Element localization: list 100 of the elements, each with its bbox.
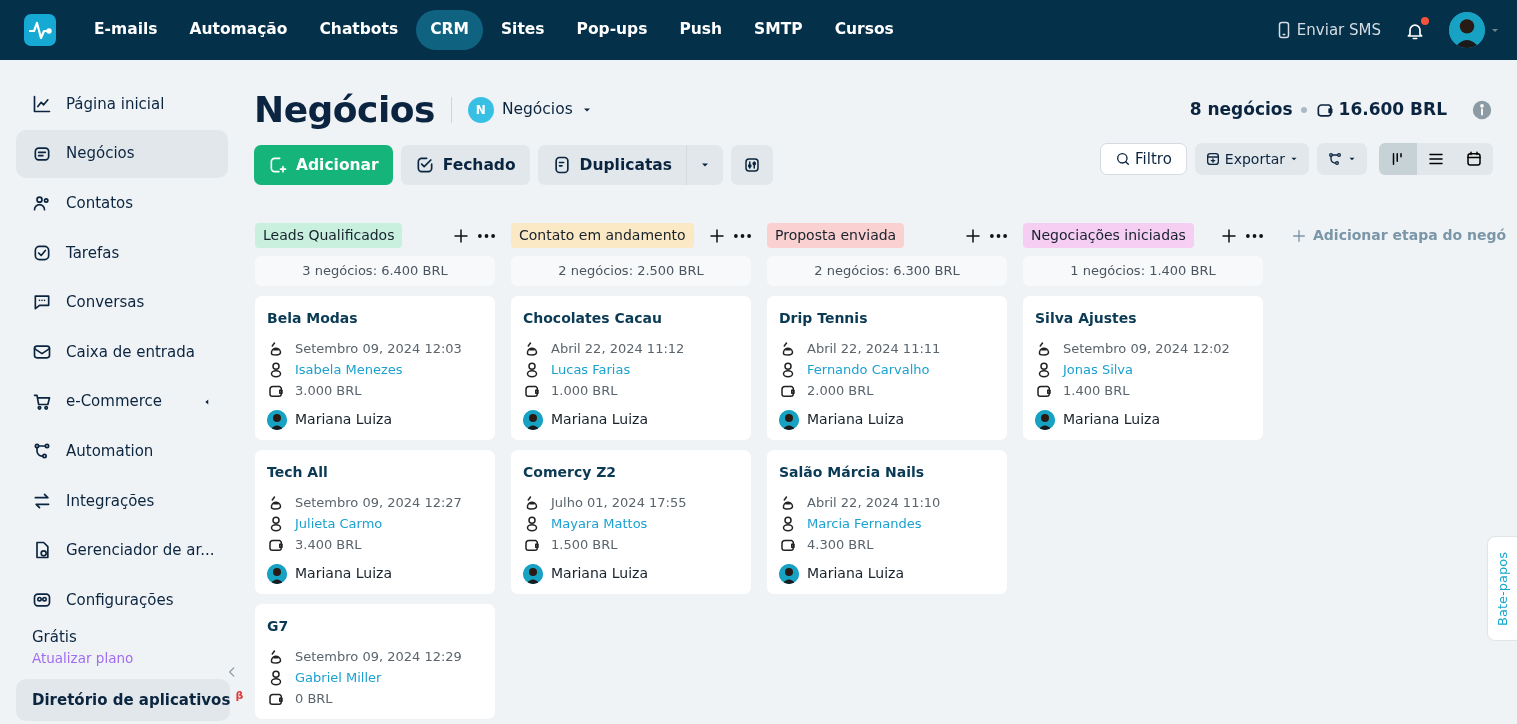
sidebar-item[interactable]: Configurações bbox=[16, 575, 228, 624]
stage-summary: 3 negócios: 6.400 BRL bbox=[255, 256, 495, 287]
plus-icon bbox=[1291, 227, 1307, 244]
stage-summary: 2 negócios: 6.300 BRL bbox=[767, 256, 1007, 287]
stage-label: Leads Qualificados bbox=[255, 223, 403, 249]
view-toggle[interactable] bbox=[1417, 143, 1455, 176]
deal-date: Abril 22, 2024 11:11 bbox=[807, 339, 941, 358]
deal-title: Tech All bbox=[267, 463, 329, 483]
deal-card[interactable]: Comercy Z2 Julho 01, 2024 17:55 Mayara Mattos 1.500 BRL Mariana Luiza bbox=[511, 450, 751, 595]
plus-icon[interactable] bbox=[964, 226, 982, 245]
calendar-icon bbox=[1465, 150, 1483, 169]
nav-tab[interactable]: E-mails bbox=[80, 10, 172, 50]
deal-date: Abril 22, 2024 11:12 bbox=[551, 339, 685, 358]
sidebar-item[interactable]: Gerenciador de ar... bbox=[16, 526, 228, 575]
search-icon bbox=[1115, 151, 1132, 168]
sliders-icon bbox=[743, 156, 761, 175]
deal-card[interactable]: Bela Modas Setembro 09, 2024 12:03 Isabela Menezes 3.000 BRL Mariana Luiza bbox=[255, 296, 495, 441]
filter-button[interactable]: Filtro bbox=[1100, 143, 1187, 176]
sidebar-item[interactable]: Automation bbox=[16, 427, 228, 476]
sidebar-item[interactable]: Conversas bbox=[16, 278, 228, 327]
sidebar-item[interactable]: Contatos bbox=[16, 179, 228, 228]
owner-name: Mariana Luiza bbox=[1063, 410, 1161, 430]
nav-tab[interactable]: Push bbox=[665, 10, 737, 50]
nav-tab[interactable]: Pop-ups bbox=[562, 10, 662, 50]
export-button[interactable]: Exportar bbox=[1194, 143, 1309, 176]
deal-card[interactable]: Silva Ajustes Setembro 09, 2024 12:02 Jonas Silva 1.400 BRL Mariana Luiza bbox=[1023, 296, 1263, 441]
settings-button[interactable] bbox=[731, 145, 773, 186]
plan-label: Grátis bbox=[32, 626, 77, 648]
deal-date: Setembro 09, 2024 12:29 bbox=[295, 647, 462, 666]
owner-name: Mariana Luiza bbox=[295, 410, 393, 430]
sidebar-item[interactable]: Caixa de entrada bbox=[16, 327, 228, 376]
more-icon[interactable] bbox=[478, 233, 495, 238]
plus-icon[interactable] bbox=[1220, 226, 1238, 245]
more-icon[interactable] bbox=[1246, 233, 1263, 238]
owner-name: Mariana Luiza bbox=[551, 564, 649, 584]
view-toggle[interactable] bbox=[1379, 143, 1417, 176]
sidebar-item[interactable]: Negócios bbox=[16, 129, 228, 178]
nav-tab[interactable]: SMTP bbox=[740, 10, 817, 50]
deal-card[interactable]: G7 Setembro 09, 2024 12:29 Gabriel Miller 0 BRL bbox=[255, 604, 495, 720]
pipeline-initial: N bbox=[467, 96, 494, 123]
duplicates-button[interactable]: Duplicatas bbox=[537, 145, 686, 186]
nodes-icon bbox=[1327, 151, 1343, 168]
avatar[interactable] bbox=[1449, 12, 1485, 48]
avatar bbox=[523, 563, 543, 584]
stage-summary: 1 negócios: 1.400 BRL bbox=[1023, 256, 1263, 287]
beta-label: β bbox=[235, 689, 244, 703]
pipeline-dropdown[interactable]: N Negócios bbox=[467, 96, 593, 123]
owner-name: Mariana Luiza bbox=[295, 564, 393, 584]
deal-card[interactable]: Salão Márcia Nails Abril 22, 2024 11:10 Marcia Fernandes 4.300 BRL Mariana Luiza bbox=[767, 450, 1007, 595]
send-sms-link[interactable]: Enviar SMS bbox=[1274, 18, 1381, 42]
sidebar-item[interactable]: Integrações bbox=[16, 476, 228, 525]
page-title: Negócios bbox=[254, 88, 435, 132]
more-icon[interactable] bbox=[990, 233, 1007, 238]
sidebar-item[interactable]: e-Commerce bbox=[16, 377, 228, 426]
deal-card[interactable]: Tech All Setembro 09, 2024 12:27 Julieta Carmo 3.400 BRL Mariana Luiza bbox=[255, 450, 495, 595]
deal-count: 8 negócios bbox=[1189, 97, 1293, 121]
logo[interactable] bbox=[24, 14, 56, 46]
deal-value: 1.400 BRL bbox=[1063, 381, 1130, 400]
chart-icon bbox=[32, 94, 52, 114]
nav-tab[interactable]: Automação bbox=[175, 10, 302, 50]
sidebar-item[interactable]: Tarefas bbox=[16, 228, 228, 277]
sidebar-item[interactable]: Página inicial bbox=[16, 80, 228, 128]
nav-tab[interactable]: Chatbots bbox=[305, 10, 413, 50]
deal-value: 1.000 BRL bbox=[551, 381, 618, 400]
deal-value: 3.400 BRL bbox=[295, 535, 362, 554]
closed-button[interactable]: Fechado bbox=[400, 145, 530, 186]
nav-tab[interactable]: CRM bbox=[416, 10, 483, 50]
deal-value: 1.500 BRL bbox=[551, 535, 618, 554]
avatar bbox=[779, 409, 799, 430]
pipeline-name: Negócios bbox=[501, 98, 573, 120]
deal-title: Salão Márcia Nails bbox=[779, 463, 926, 483]
deal-value: 4.300 BRL bbox=[807, 535, 874, 554]
owner-name: Mariana Luiza bbox=[551, 410, 649, 430]
add-icon bbox=[268, 155, 288, 176]
view-toggle[interactable] bbox=[1455, 143, 1493, 176]
nav-tab[interactable]: Cursos bbox=[820, 10, 908, 50]
plus-icon[interactable] bbox=[708, 226, 726, 245]
more-icon[interactable] bbox=[734, 233, 751, 238]
total-value: 16.600 BRL bbox=[1338, 97, 1447, 121]
workflow-button[interactable] bbox=[1317, 143, 1367, 176]
stage-label: Proposta enviada bbox=[767, 223, 905, 249]
deal-card[interactable]: Drip Tennis Abril 22, 2024 11:11 Fernando Carvalho 2.000 BRL Mariana Luiza bbox=[767, 296, 1007, 441]
deal-title: Drip Tennis bbox=[779, 309, 869, 329]
avatar bbox=[267, 409, 287, 430]
export-icon bbox=[1204, 151, 1221, 168]
deal-date: Setembro 09, 2024 12:03 bbox=[295, 339, 462, 358]
avatar bbox=[1035, 409, 1055, 430]
avatar bbox=[779, 563, 799, 584]
info-icon[interactable] bbox=[1471, 98, 1493, 121]
nav-tab[interactable]: Sites bbox=[486, 10, 559, 50]
deal-value: 3.000 BRL bbox=[295, 381, 362, 400]
deal-date: Setembro 09, 2024 12:27 bbox=[295, 493, 462, 512]
plus-icon[interactable] bbox=[452, 226, 470, 245]
avatar bbox=[267, 563, 287, 584]
deal-date: Julho 01, 2024 17:55 bbox=[551, 493, 687, 512]
stage-label: Contato em andamento bbox=[511, 223, 694, 249]
deal-card[interactable]: Chocolates Cacau Abril 22, 2024 11:12 Lucas Farias 1.000 BRL Mariana Luiza bbox=[511, 296, 751, 441]
deal-title: Comercy Z2 bbox=[523, 463, 618, 483]
people-icon bbox=[32, 193, 52, 214]
deal-title: Silva Ajustes bbox=[1035, 309, 1138, 329]
